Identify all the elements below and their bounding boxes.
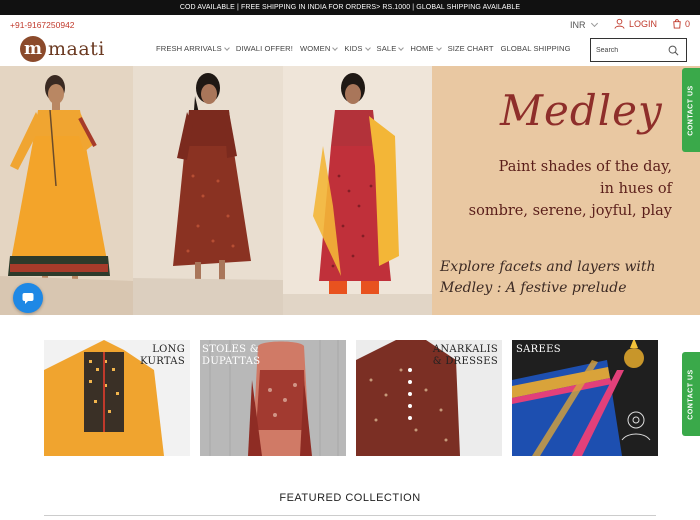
chevron-down-icon [435,44,442,51]
category-label: STOLES & DUPATTAS [202,344,260,368]
cart-count: 0 [685,18,691,29]
category-stoles-dupattas[interactable]: STOLES & DUPATTAS [200,340,346,456]
nav-fresh-arrivals[interactable]: FRESH ARRIVALS [156,44,230,53]
chevron-down-icon [590,19,598,28]
featured-collection-heading: FEATURED COLLECTION [279,492,421,504]
section-divider [44,515,656,516]
maati-logo[interactable]: m maati [20,36,105,62]
hero-explore-line: Explore facets and layers with [440,259,656,275]
contact-us-label: CONTACT US [687,368,695,420]
hero-banner[interactable]: Medley Paint shades of the day, in hues … [0,66,700,315]
nav-label: SALE [376,44,397,53]
chevron-down-icon [398,44,405,51]
category-label: LONG KURTAS [140,344,185,368]
hero-title: Medley [500,86,663,135]
chat-icon [22,293,34,304]
hero-model-3-image [283,66,432,315]
search-input[interactable] [596,46,668,54]
nav-women[interactable]: WOMEN [299,44,339,53]
phone-number[interactable]: +91-9167250942 [10,20,75,30]
contact-us-tab[interactable]: CONTACT US [682,352,700,436]
user-icon [614,18,625,29]
contact-us-label: CONTACT US [687,84,695,136]
contact-us-tab[interactable]: CONTACT US [682,68,700,152]
category-label-line: DUPATTAS [202,356,261,367]
nav-kids[interactable]: KIDS [344,44,371,53]
login-label: LOGIN [629,18,658,29]
nav-label: FRESH ARRIVALS [156,44,222,53]
category-label-line: ANARKALIS [432,344,498,355]
chevron-down-icon [223,44,230,51]
hero-explore-line: Medley : A festive prelude [440,280,627,296]
search-box [590,38,687,62]
chevron-down-icon [364,44,371,51]
category-anarkalis-dresses[interactable]: ANARKALIS & DRESSES [356,340,502,456]
chevron-down-icon [332,44,339,51]
category-label: SAREES [516,344,561,356]
hero-model-2-image [133,66,283,315]
nav-size-chart[interactable]: SIZE CHART [448,44,494,53]
nav-label: HOME [410,44,434,53]
announcement-bar: COD AVAILABLE | FREE SHIPPING IN INDIA F… [0,0,700,15]
hero-explore-text: Explore facets and layers with Medley : … [440,257,656,299]
sarees-image [512,340,658,456]
nav-diwali-offer[interactable]: DIWALI OFFER! [236,44,293,53]
cart-icon [673,19,681,29]
currency-selector[interactable]: INR [570,19,598,30]
category-label-line: LONG [152,344,185,355]
nav-label: SIZE CHART [447,44,494,53]
nav-label: WOMEN [299,44,331,53]
hero-tagline-line: sombre, serene, joyful, play [468,203,672,219]
category-label-line: STOLES & [202,344,259,355]
hero-tagline-line: in hues of [600,181,672,197]
currency-label: INR [570,20,586,30]
category-label-line: SAREES [516,344,561,355]
nav-global-shipping[interactable]: GLOBAL SHIPPING [501,44,571,53]
nav-label: KIDS [344,44,363,53]
category-long-kurtas[interactable]: LONG KURTAS [44,340,190,456]
category-label-line: & DRESSES [432,356,498,367]
nav-label: DIWALI OFFER! [235,44,293,53]
category-sarees[interactable]: SAREES [512,340,658,456]
chat-button[interactable] [13,283,43,313]
category-label: ANARKALIS & DRESSES [433,344,498,368]
hero-model-1-image [0,66,133,315]
hero-tagline: Paint shades of the day, in hues of somb… [469,156,672,222]
logo-text: maati [48,38,105,60]
hero-tagline-line: Paint shades of the day, [498,159,672,175]
cart-link[interactable]: 0 [672,18,690,29]
nav-home[interactable]: HOME [410,44,442,53]
search-icon[interactable] [668,45,679,56]
nav-label: GLOBAL SHIPPING [500,44,571,53]
category-label-line: KURTAS [140,356,185,367]
logo-mark: m [20,36,46,62]
nav-sale[interactable]: SALE [376,44,405,53]
login-link[interactable]: LOGIN [614,18,657,29]
main-nav: FRESH ARRIVALS DIWALI OFFER! WOMEN KIDS … [156,44,578,53]
